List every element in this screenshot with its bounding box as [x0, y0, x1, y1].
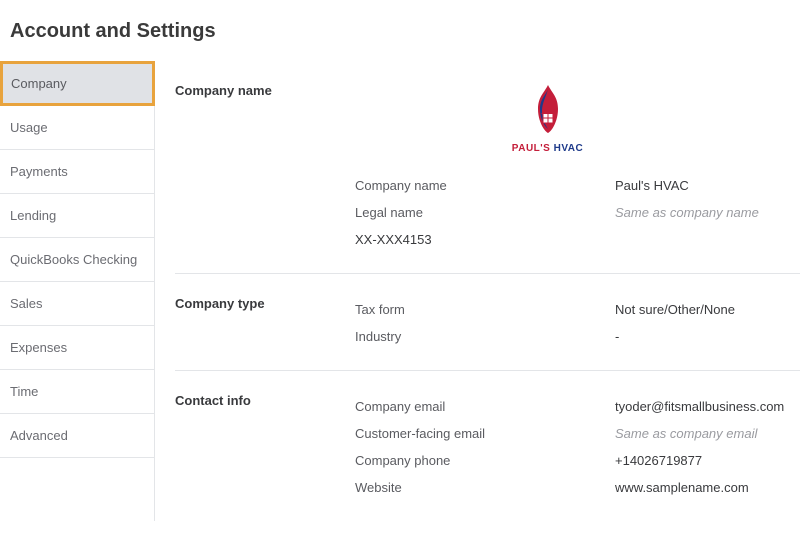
field-label: Company phone [355, 453, 615, 468]
section-heading: Contact info [175, 393, 355, 501]
contact-info-section: Contact info Company email tyoder@fitsma… [175, 371, 800, 521]
company-type-section: Company type Tax form Not sure/Other/Non… [175, 274, 800, 371]
field-label: Tax form [355, 302, 615, 317]
sidebar-item-label: Expenses [10, 340, 67, 355]
field-value: www.samplename.com [615, 480, 749, 495]
sidebar-item-label: Advanced [10, 428, 68, 443]
sidebar-item-expenses[interactable]: Expenses [0, 326, 155, 370]
company-logo[interactable]: PAUL'S HVAC [295, 83, 800, 154]
field-value: Same as company name [615, 205, 759, 220]
main-container: Company Usage Payments Lending QuickBook… [0, 61, 800, 521]
sidebar-item-label: Sales [10, 296, 43, 311]
sidebar-item-label: Payments [10, 164, 68, 179]
sidebar-item-time[interactable]: Time [0, 370, 155, 414]
page-title: Account and Settings [0, 0, 800, 61]
field-row-website: Website www.samplename.com [355, 474, 800, 501]
logo-text: PAUL'S HVAC [295, 143, 800, 154]
field-row-company-name: Company name Paul's HVAC [355, 172, 800, 199]
field-value: +14026719877 [615, 453, 702, 468]
field-label: Customer-facing email [355, 426, 615, 441]
sidebar-item-usage[interactable]: Usage [0, 106, 155, 150]
sidebar-item-company[interactable]: Company [0, 61, 155, 106]
sidebar-item-payments[interactable]: Payments [0, 150, 155, 194]
sidebar-item-quickbooks-checking[interactable]: QuickBooks Checking [0, 238, 155, 282]
field-label: Industry [355, 329, 615, 344]
field-value: Not sure/Other/None [615, 302, 735, 317]
field-label: Company name [355, 178, 615, 193]
flame-house-icon [524, 83, 572, 139]
logo-text-secondary: HVAC [554, 143, 584, 154]
sidebar-item-label: Time [10, 384, 38, 399]
field-label: Website [355, 480, 615, 495]
field-row-tax-form: Tax form Not sure/Other/None [355, 296, 800, 323]
section-body: Tax form Not sure/Other/None Industry - [355, 296, 800, 350]
field-value: Same as company email [615, 426, 757, 441]
field-row-company-phone: Company phone +14026719877 [355, 447, 800, 474]
field-value: tyoder@fitsmallbusiness.com [615, 399, 784, 414]
section-body: Company email tyoder@fitsmallbusiness.co… [355, 393, 800, 501]
field-label: Legal name [355, 205, 615, 220]
field-value: Paul's HVAC [615, 178, 689, 193]
sidebar-item-lending[interactable]: Lending [0, 194, 155, 238]
company-name-section: Company name PAUL'S HVAC [175, 61, 800, 274]
field-label: Company email [355, 399, 615, 414]
logo-text-primary: PAUL'S [512, 143, 551, 154]
field-row-industry: Industry - [355, 323, 800, 350]
section-body: PAUL'S HVAC Company name Paul's HVAC Leg… [355, 83, 800, 253]
sidebar-item-label: Company [11, 76, 67, 91]
field-row-company-email: Company email tyoder@fitsmallbusiness.co… [355, 393, 800, 420]
ein-masked: XX-XXX4153 [355, 226, 800, 253]
sidebar-item-label: Lending [10, 208, 56, 223]
settings-content: Company name PAUL'S HVAC [154, 61, 800, 521]
settings-sidebar: Company Usage Payments Lending QuickBook… [0, 61, 155, 521]
sidebar-item-sales[interactable]: Sales [0, 282, 155, 326]
sidebar-item-advanced[interactable]: Advanced [0, 414, 155, 458]
section-heading: Company type [175, 296, 355, 350]
field-value: - [615, 329, 619, 344]
sidebar-item-label: Usage [10, 120, 48, 135]
field-row-customer-email: Customer-facing email Same as company em… [355, 420, 800, 447]
sidebar-item-label: QuickBooks Checking [10, 252, 137, 267]
field-row-legal-name: Legal name Same as company name [355, 199, 800, 226]
